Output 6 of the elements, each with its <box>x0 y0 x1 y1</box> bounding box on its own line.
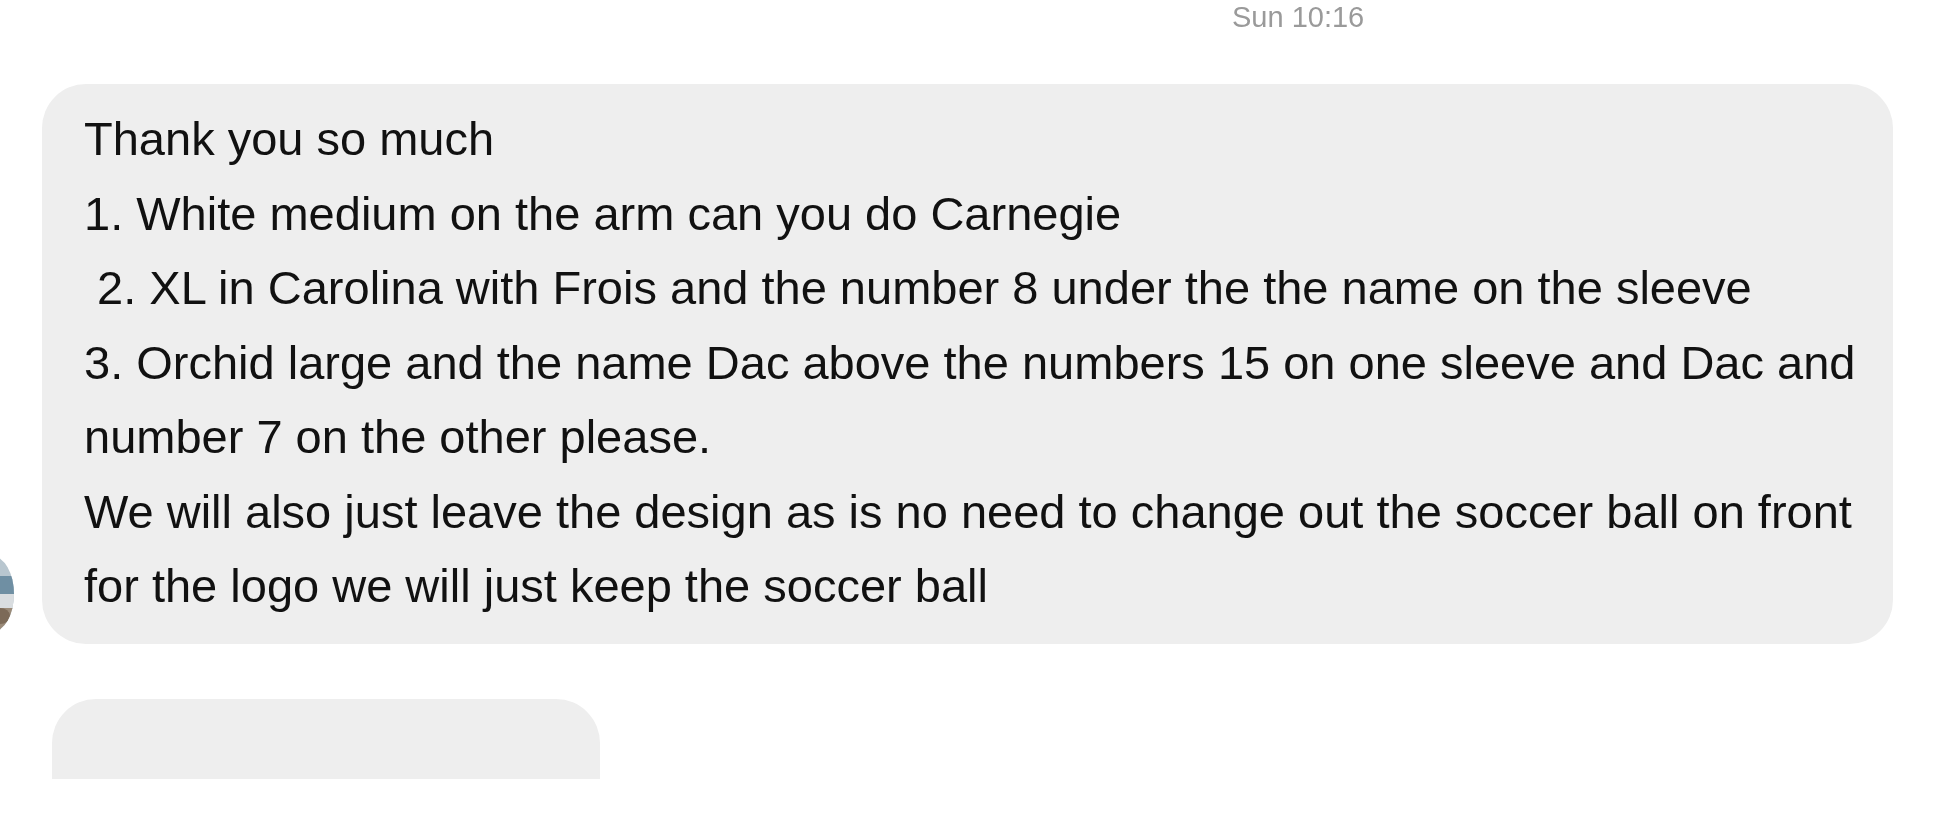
message-text: 1. White medium on the arm can you do Carnegie <box>84 185 1123 242</box>
message-timestamp: Sun 10:16 <box>1232 0 1365 34</box>
message-text: Thank you so much <box>84 111 496 167</box>
message-text: We will also just leave the design as is no need to change out the soccer ball on front for the logo we will just keep the soccer ball <box>84 483 1853 614</box>
message-text: 3. Orchid large and the name Dac above the numbers 15 on one sleeve and Dac and number 7 on the other please. <box>84 334 1857 465</box>
message-text: 2. XL in Carolina with Frois and the number 8 under the the name on the sleeve <box>96 260 1753 316</box>
